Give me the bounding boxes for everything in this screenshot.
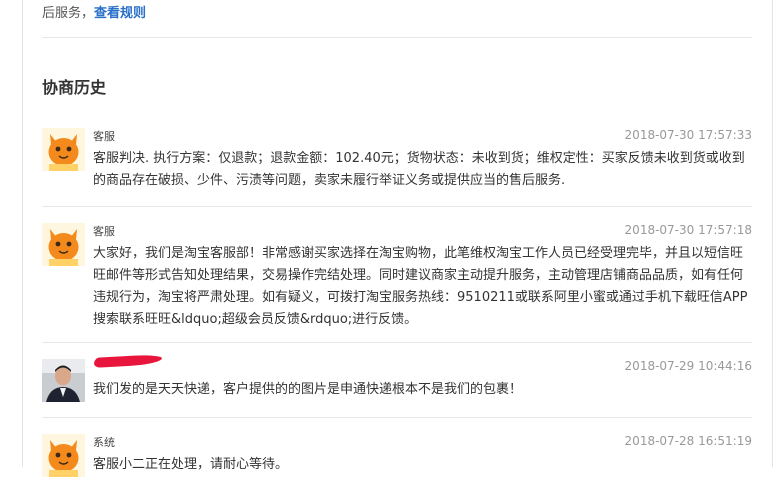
entry-time: 2018-07-29 10:44:16 <box>624 359 752 373</box>
section-title: 协商历史 <box>42 78 107 97</box>
entry-message: 客服判决. 执行方案：仅退款；退款金额：102.40元；货物状态：未收到货；维权… <box>93 151 745 188</box>
divider <box>42 37 752 38</box>
entry-time: 2018-07-30 17:57:18 <box>624 223 752 237</box>
history-entry: 客服 2018-07-30 17:57:33 客服判决. 执行方案：仅退款；退款… <box>42 128 752 198</box>
user-photo-avatar <box>42 359 85 402</box>
entry-message: 大家好，我们是淘宝客服部！非常感谢买家选择在淘宝购物，此笔维权淘宝工作人员已经受… <box>93 246 748 327</box>
taobao-mascot-icon <box>42 128 85 171</box>
taobao-mascot-icon <box>42 434 85 477</box>
content-border-left <box>22 0 23 467</box>
taobao-mascot-icon <box>42 223 85 266</box>
history-entry: 2018-07-29 10:44:16 我们发的是天天快递，客户提供的的图片是申… <box>42 359 752 409</box>
history-entry: 客服 2018-07-30 17:57:18 大家好，我们是淘宝客服部！非常感谢… <box>42 223 752 333</box>
entry-author: 客服 <box>93 130 115 143</box>
entry-message: 客服小二正在处理，请耐心等待。 <box>93 457 289 472</box>
service-note: 后服务，查看规则 <box>42 2 146 21</box>
entry-author: 客服 <box>93 225 115 238</box>
divider <box>42 206 752 207</box>
view-rules-link[interactable]: 查看规则 <box>94 6 146 21</box>
entry-time: 2018-07-28 16:51:19 <box>624 434 752 448</box>
service-note-text: 后服务， <box>42 6 95 21</box>
content-border-right <box>772 0 773 467</box>
divider <box>42 417 752 418</box>
entry-author: 系统 <box>93 436 115 449</box>
entry-message: 我们发的是天天快递，客户提供的的图片是申通快递根本不是我们的包裹！ <box>93 382 523 397</box>
history-entry: 系统 2018-07-28 16:51:19 客服小二正在处理，请耐心等待。 <box>42 434 752 477</box>
divider <box>42 342 752 343</box>
entry-time: 2018-07-30 17:57:33 <box>624 128 752 142</box>
